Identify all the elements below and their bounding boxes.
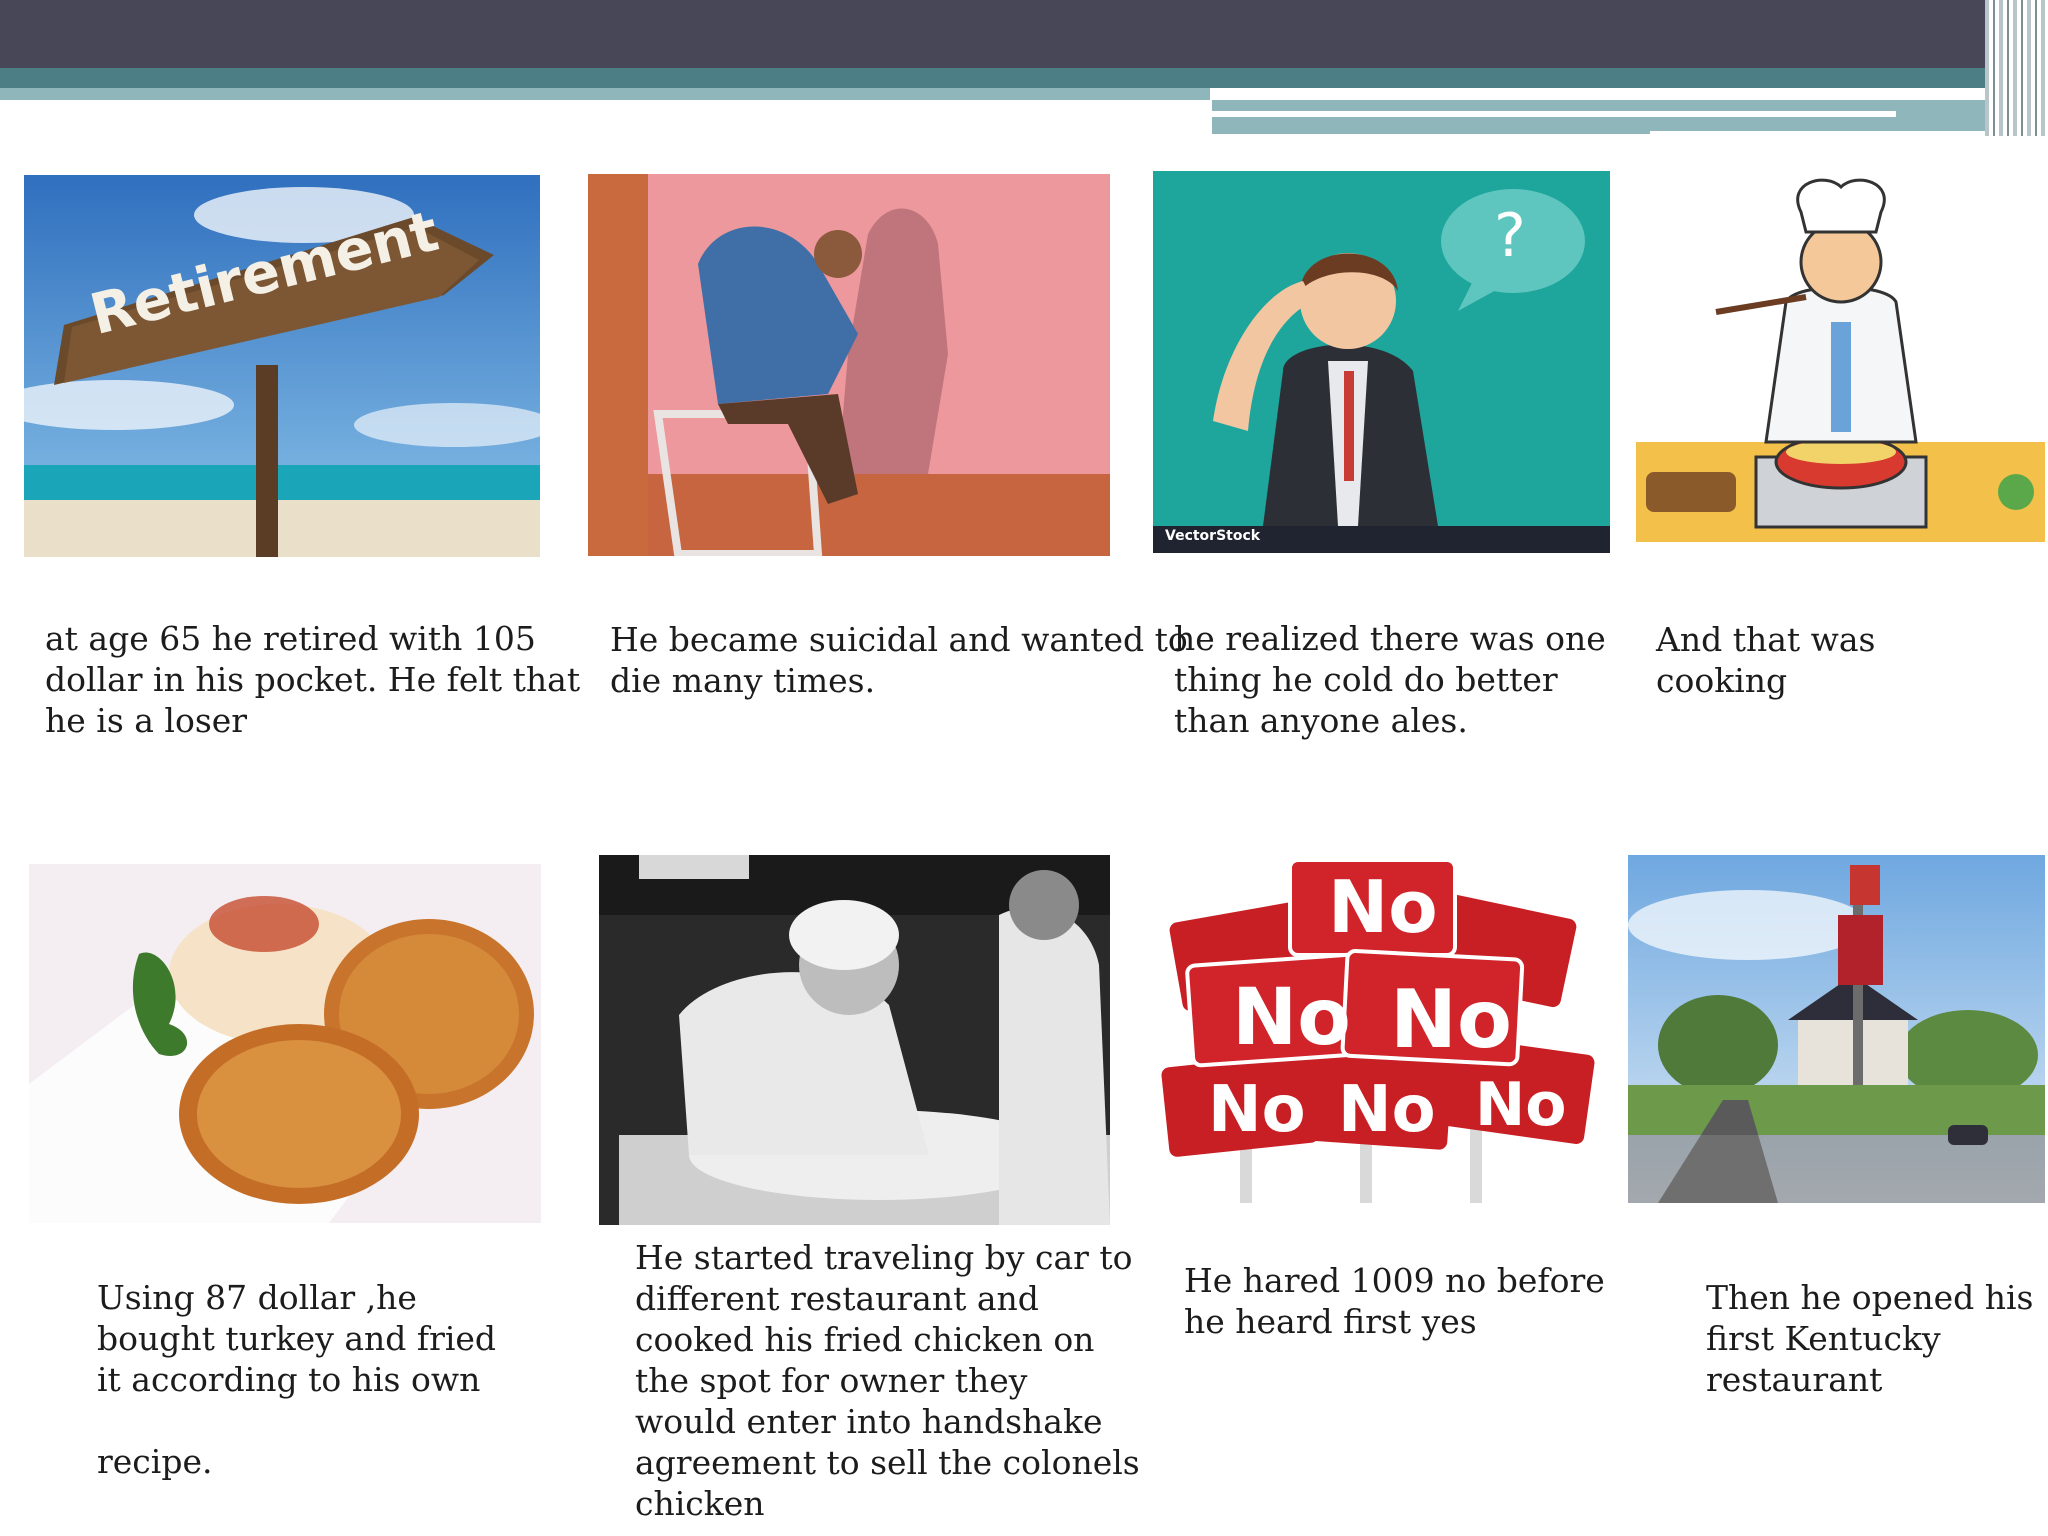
chef-cooking-illustration [1636, 172, 2045, 556]
header-accent-bar [0, 68, 2010, 88]
fried-chicken-image [29, 864, 541, 1223]
header-light-bar [0, 88, 1210, 100]
no-signs-image: No No No No No No [1160, 855, 1600, 1203]
no-sign-label: No [1475, 1070, 1567, 1140]
header-bar [0, 0, 2048, 68]
header-light-bar-right [1212, 100, 2012, 134]
no-sign-label: No [1390, 973, 1512, 1066]
header-stripes [1985, 0, 2048, 136]
caption-realization: he realized there was one thing he cold … [1174, 619, 1606, 740]
realization-illustration: ? VectorStock [1153, 171, 1610, 553]
header-divider [1212, 111, 1896, 117]
colonel-cooking-photo [599, 855, 1110, 1225]
caption-retirement: at age 65 he retired with 105 dollar in … [45, 619, 581, 740]
caption-despair: He became suicidal and wanted to die man… [610, 620, 1188, 700]
kentucky-restaurant-photo [1628, 855, 2045, 1203]
question-mark-bubble: ? [1494, 201, 1526, 271]
vectorstock-watermark: VectorStock [1165, 528, 1261, 544]
no-sign-label: No [1232, 973, 1351, 1063]
no-sign-label: No [1328, 865, 1438, 949]
no-sign-label: No [1208, 1073, 1306, 1147]
retirement-sign-image: Retirement [24, 175, 540, 557]
caption-chicken: Using 87 dollar ,he bought turkey and fr… [97, 1278, 497, 1481]
despair-illustration [588, 174, 1110, 556]
caption-traveling: He started traveling by car to different… [635, 1238, 1140, 1523]
caption-cooking: And that was cooking [1656, 620, 1876, 700]
caption-restaurant: Then he opened his first Kentucky restau… [1706, 1278, 2034, 1399]
no-sign-label: No [1338, 1073, 1436, 1147]
caption-rejections: He hared 1009 no before he heard first y… [1184, 1261, 1605, 1341]
header-divider [1650, 131, 2012, 137]
